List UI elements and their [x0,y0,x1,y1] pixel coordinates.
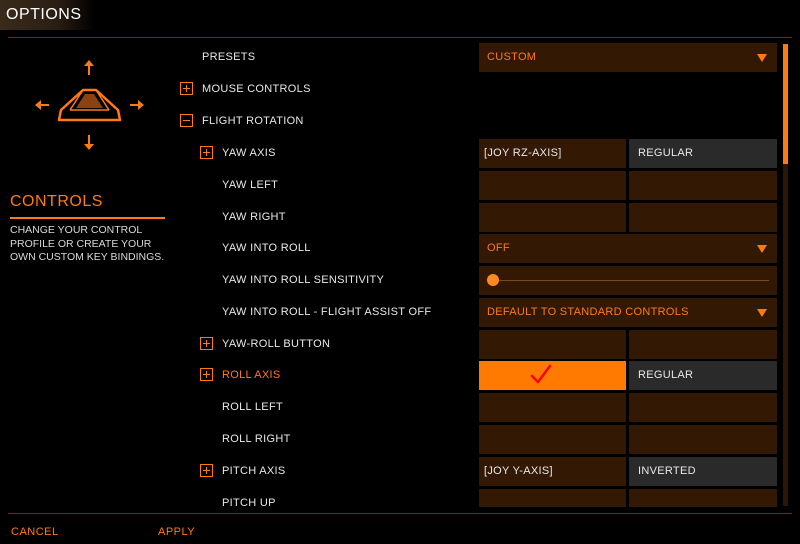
chevron-down-icon [757,54,767,62]
presets-value: CUSTOM [487,51,537,63]
yaw-into-roll-fa-off-value: DEFAULT TO STANDARD CONTROLS [487,306,689,318]
roll-left-label: ROLL LEFT [222,401,283,413]
roll-left-secondary-binding[interactable] [629,393,777,422]
row-roll-left: ROLL LEFT [195,393,780,423]
yaw-into-roll-label: YAW INTO ROLL [222,242,311,254]
roll-axis-mode-text: REGULAR [638,369,694,381]
yaw-into-roll-fa-off-label: YAW INTO ROLL - FLIGHT ASSIST OFF [222,306,432,318]
roll-right-label: ROLL RIGHT [222,433,291,445]
row-yaw-into-roll-sensitivity: YAW INTO ROLL SENSITIVITY [195,266,780,296]
row-yaw-right: YAW RIGHT [195,203,780,233]
row-yaw-left: YAW LEFT [195,171,780,201]
row-yaw-into-roll: YAW INTO ROLL OFF [195,234,780,264]
page-title: OPTIONS [6,6,82,23]
yaw-right-secondary-binding[interactable] [629,203,777,232]
yaw-axis-binding[interactable]: [JOY RZ-AXIS] [479,139,626,168]
expand-plus-icon[interactable] [200,146,213,159]
roll-axis-label: ROLL AXIS [222,369,281,381]
pitch-axis-mode-text: INVERTED [638,465,696,477]
pitch-axis-mode[interactable]: INVERTED [629,457,777,486]
yaw-right-primary-binding[interactable] [479,203,626,232]
yaw-into-roll-dropdown[interactable]: OFF [479,234,777,263]
row-mouse-controls[interactable]: MOUSE CONTROLS [180,75,780,105]
yaw-left-primary-binding[interactable] [479,171,626,200]
yaw-axis-mode-text: REGULAR [638,147,694,159]
slider-track[interactable] [491,280,769,281]
yaw-left-secondary-binding[interactable] [629,171,777,200]
yaw-into-roll-value: OFF [487,242,510,254]
yaw-axis-mode[interactable]: REGULAR [629,139,777,168]
yaw-axis-label: YAW AXIS [222,147,276,159]
scrollbar-thumb[interactable] [783,44,788,164]
expand-plus-icon[interactable] [200,337,213,350]
expand-plus-icon[interactable] [200,368,213,381]
yaw-axis-binding-text: [JOY RZ-AXIS] [484,147,562,159]
presets-dropdown[interactable]: CUSTOM [479,43,777,72]
row-yaw-axis: YAW AXIS [JOY RZ-AXIS] REGULAR [195,139,780,169]
ship-orientation-icon [35,60,144,150]
checkmark-icon [530,364,552,384]
yaw-left-label: YAW LEFT [222,179,279,191]
pitch-up-primary-binding[interactable] [479,489,626,507]
collapse-minus-icon[interactable] [180,114,193,127]
header-divider [8,37,792,38]
yaw-roll-button-label: YAW-ROLL BUTTON [222,338,331,350]
flight-rotation-label: FLIGHT ROTATION [202,115,304,127]
chevron-down-icon [757,245,767,253]
slider-handle[interactable] [487,274,499,286]
expand-plus-icon[interactable] [180,82,193,95]
yaw-into-roll-fa-off-dropdown[interactable]: DEFAULT TO STANDARD CONTROLS [479,298,777,327]
roll-right-primary-binding[interactable] [479,425,626,454]
pitch-up-secondary-binding[interactable] [629,489,777,507]
row-yaw-into-roll-fa-off: YAW INTO ROLL - FLIGHT ASSIST OFF DEFAUL… [195,298,780,328]
roll-axis-binding[interactable] [479,361,626,390]
roll-left-primary-binding[interactable] [479,393,626,422]
controls-heading: CONTROLS [10,193,103,210]
expand-plus-icon[interactable] [200,464,213,477]
options-title-bar: OPTIONS [0,0,95,30]
yaw-right-label: YAW RIGHT [222,211,286,223]
controls-description: CHANGE YOUR CONTROL PROFILE OR CREATE YO… [10,224,165,263]
apply-button[interactable]: APPLY [158,526,195,538]
footer-divider [8,513,792,514]
row-presets: PRESETS CUSTOM [195,43,780,73]
roll-right-secondary-binding[interactable] [629,425,777,454]
controls-underline [10,217,165,219]
roll-axis-mode[interactable]: REGULAR [629,361,777,390]
row-pitch-up: PITCH UP [195,489,780,507]
pitch-axis-label: PITCH AXIS [222,465,286,477]
yaw-roll-button-secondary-binding[interactable] [629,330,777,359]
cancel-button[interactable]: CANCEL [11,526,59,538]
pitch-axis-binding[interactable]: [JOY Y-AXIS] [479,457,626,486]
chevron-down-icon [757,309,767,317]
presets-label: PRESETS [202,51,256,63]
row-flight-rotation[interactable]: FLIGHT ROTATION [180,107,780,137]
pitch-axis-binding-text: [JOY Y-AXIS] [484,465,553,477]
row-yaw-roll-button: YAW-ROLL BUTTON [195,330,780,360]
row-pitch-axis: PITCH AXIS [JOY Y-AXIS] INVERTED [195,457,780,487]
pitch-up-label: PITCH UP [222,497,276,507]
yaw-roll-button-primary-binding[interactable] [479,330,626,359]
row-roll-axis: ROLL AXIS REGULAR [195,361,780,391]
yaw-into-roll-sensitivity-label: YAW INTO ROLL SENSITIVITY [222,274,385,286]
yaw-into-roll-sensitivity-slider[interactable] [479,266,777,295]
mouse-controls-label: MOUSE CONTROLS [202,83,311,95]
row-roll-right: ROLL RIGHT [195,425,780,455]
